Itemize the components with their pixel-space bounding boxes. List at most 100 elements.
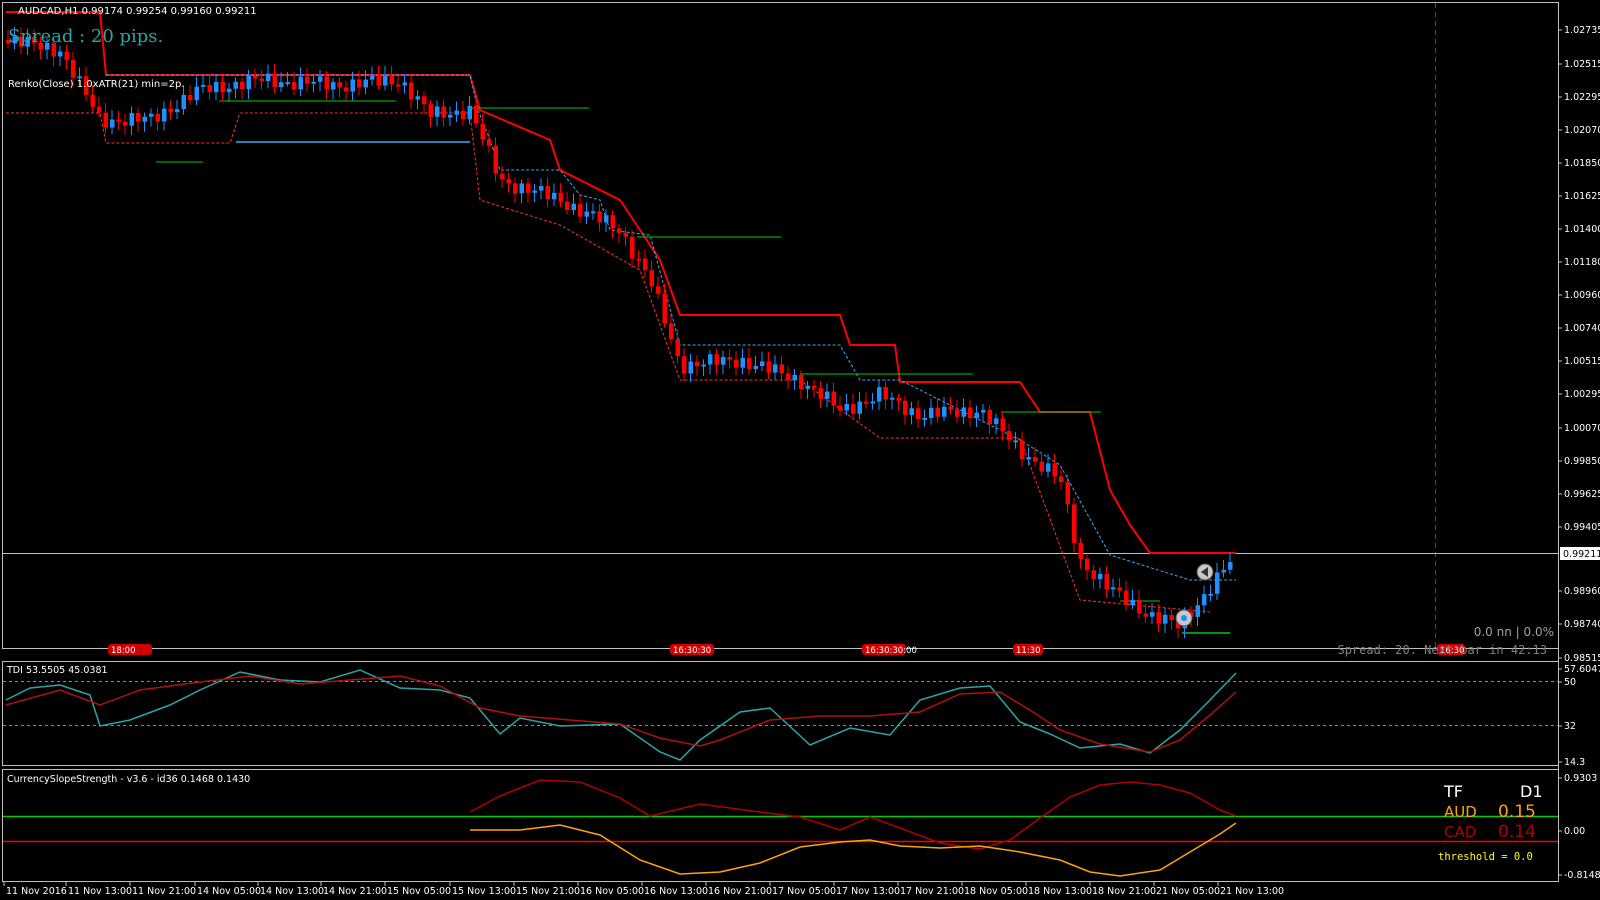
candle-body	[1033, 456, 1038, 462]
candle-body	[1046, 463, 1051, 472]
candle-body	[1150, 612, 1155, 617]
time-tick-label: 17 Nov 21:00	[900, 886, 964, 897]
candle-body	[305, 76, 310, 84]
candle-body	[285, 82, 290, 85]
candle-body	[896, 397, 901, 401]
price-tick-label: 0.98740	[1564, 619, 1600, 630]
price-axis[interactable]: 1.02735 1.02515 1.02295 1.02070 1.01850 1.016…	[1558, 25, 1600, 664]
candle-body	[1208, 593, 1213, 596]
candle-body	[714, 354, 719, 365]
candle-body	[136, 113, 141, 122]
tdi-axis: 57.6047 50 32 14.3	[1558, 664, 1600, 768]
candle-body	[298, 76, 303, 90]
candle-body	[792, 374, 797, 381]
candle-body	[1104, 573, 1109, 590]
candle-body	[474, 105, 479, 124]
candle-body	[129, 113, 134, 126]
candle-body	[903, 400, 908, 415]
chart-window[interactable]: AUDCAD,H1 0.99174 0.99254 0.99160 0.9921…	[0, 0, 1600, 900]
candle-body	[181, 94, 186, 110]
css-axis: 0.9303 0.00 -0.8148	[1558, 773, 1600, 881]
threshold-label: threshold = 0.0	[1438, 851, 1533, 863]
price-tick-label: 1.01850	[1564, 158, 1600, 169]
candle-body	[1007, 430, 1012, 441]
trade-markers[interactable]	[1175, 563, 1214, 627]
candle-body	[454, 110, 459, 115]
symbol-info: AUDCAD,H1 0.99174 0.99254 0.99160 0.9921…	[18, 6, 257, 17]
candle-body	[1072, 504, 1077, 543]
price-tick-label: 1.01180	[1564, 257, 1600, 268]
candle-body	[1221, 569, 1226, 573]
candle-body	[675, 338, 680, 357]
candle-body	[669, 323, 674, 339]
candle-body	[506, 179, 511, 184]
price-tick-label: 1.00515	[1564, 356, 1600, 367]
candle-body	[526, 183, 531, 193]
candle-body	[961, 407, 966, 417]
candle-body	[64, 51, 69, 60]
candle-body	[565, 201, 570, 211]
candle-body	[441, 106, 446, 118]
time-tick-label: 16 Nov 21:00	[708, 886, 772, 897]
aud-strength-line	[470, 822, 1237, 877]
candle-body	[396, 84, 401, 87]
css-title: CurrencySlopeStrength - v3.6 - id36 0.14…	[7, 774, 250, 785]
candle-body	[779, 364, 784, 374]
candle-body	[357, 79, 362, 88]
candle-body	[227, 88, 232, 93]
candle-body	[662, 293, 667, 324]
time-tick-label: 14 Nov 13:00	[260, 886, 324, 897]
candle-body	[1065, 482, 1070, 505]
candle-body	[149, 113, 154, 117]
candle-body	[935, 407, 940, 417]
candle-body	[747, 357, 752, 370]
time-tick-label: 14 Nov 21:00	[323, 886, 387, 897]
renko-label: Renko(Close) 1.0xATR(21) min=2p.	[8, 79, 185, 90]
candle-body	[383, 75, 388, 86]
candle-body	[1169, 614, 1174, 620]
price-tick-label: 0.98960	[1564, 586, 1600, 597]
candle-body	[1156, 612, 1161, 624]
candle-body	[97, 106, 102, 113]
session-tag-label: 16:30:30:00	[865, 646, 917, 656]
candle-body	[1215, 572, 1220, 594]
candle-body	[519, 183, 524, 194]
candle-body	[311, 81, 316, 84]
candle-body	[688, 361, 693, 374]
candle-body	[90, 94, 95, 107]
candle-body	[1098, 573, 1103, 580]
candle-body	[584, 211, 589, 217]
time-axis[interactable]: 11 Nov 2016 11 Nov 13:00 11 Nov 21:00 14 No…	[3, 882, 1284, 897]
candle-body	[753, 366, 758, 370]
candle-body	[812, 385, 817, 389]
candle-body	[870, 401, 875, 404]
candle-body	[987, 409, 992, 425]
candle-body	[220, 82, 225, 93]
candle-body	[773, 364, 778, 373]
cad-strength-line	[469, 779, 1237, 850]
candle-body	[786, 373, 791, 381]
candle-body	[448, 114, 453, 118]
candle-body	[539, 186, 544, 191]
time-tick-label: 15 Nov 05:00	[387, 886, 451, 897]
status-text: 0.0 nn | 0.0%	[1474, 625, 1554, 639]
candle-body	[337, 82, 342, 88]
candle-body	[708, 354, 713, 365]
candle-body	[825, 391, 830, 399]
candle-body	[1130, 599, 1135, 605]
price-tick-label: 1.00740	[1564, 323, 1600, 334]
candle-body	[994, 418, 999, 425]
candle-body	[1117, 587, 1122, 591]
candle-body	[1091, 570, 1096, 580]
candle-body	[500, 173, 505, 180]
time-tick-label: 15 Nov 13:00	[452, 886, 516, 897]
candle-body	[968, 407, 973, 418]
price-tick-label: 1.00070	[1564, 423, 1600, 434]
candle-body	[1124, 590, 1129, 605]
candle-body	[981, 409, 986, 413]
candle-body	[916, 408, 921, 419]
candle-body	[1026, 456, 1031, 460]
time-tick-label: 16 Nov 05:00	[580, 886, 644, 897]
candle-body	[558, 192, 563, 202]
candle-body	[493, 145, 498, 174]
